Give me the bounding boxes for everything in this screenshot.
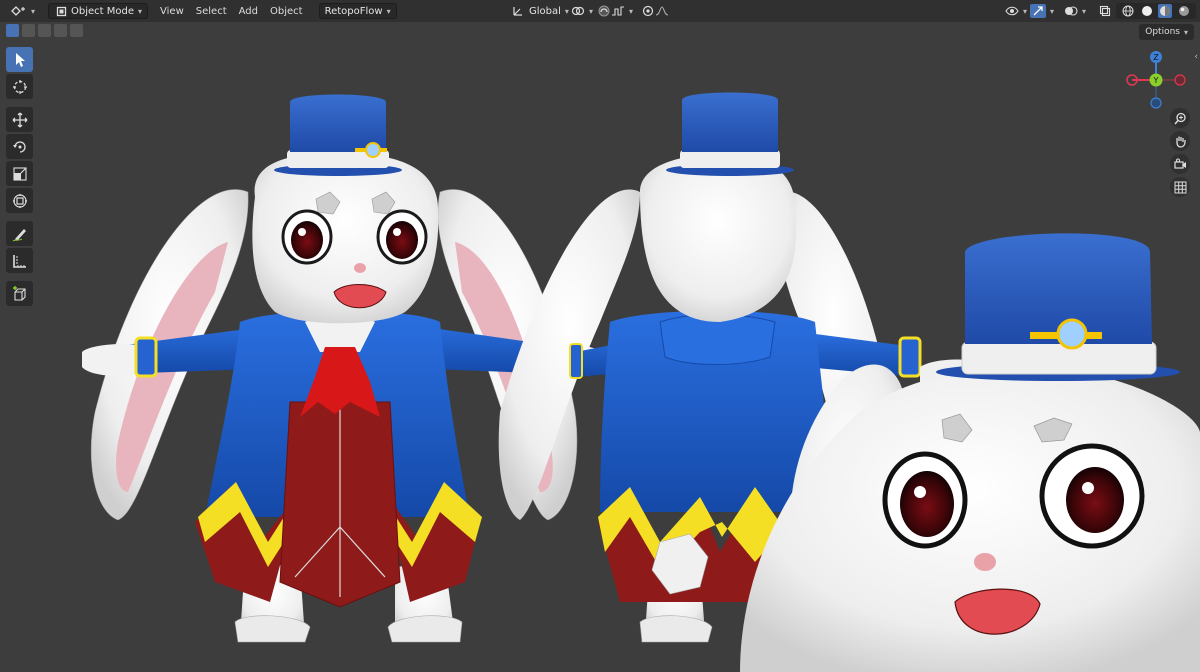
shading-mode-group bbox=[1116, 3, 1196, 19]
falloff-icon bbox=[655, 4, 669, 18]
solid-shading-icon[interactable] bbox=[1140, 4, 1154, 18]
options-dropdown[interactable]: Options ▾ bbox=[1139, 24, 1194, 40]
pan-button[interactable] bbox=[1170, 131, 1190, 151]
tool-rotate[interactable] bbox=[6, 134, 33, 159]
neg-x-axis-handle[interactable] bbox=[1174, 74, 1186, 86]
pivot-point-icon bbox=[571, 4, 585, 18]
tool-select-box[interactable] bbox=[6, 47, 33, 72]
tool-annotate[interactable] bbox=[6, 221, 33, 246]
mode-label: Object Mode bbox=[71, 5, 135, 17]
chevron-down-icon: ▾ bbox=[1183, 27, 1188, 37]
editor-type-icon[interactable]: ▾ bbox=[6, 3, 40, 19]
zoom-button[interactable] bbox=[1170, 108, 1190, 128]
tool-scale[interactable] bbox=[6, 161, 33, 186]
chevron-down-icon: ▾ bbox=[1023, 6, 1028, 16]
snap-target-icon bbox=[611, 4, 625, 18]
xray-icon bbox=[1098, 4, 1112, 18]
add-cube-icon bbox=[12, 285, 26, 301]
measure-ruler-icon bbox=[12, 254, 26, 268]
chevron-down-icon: ▾ bbox=[1082, 6, 1087, 16]
select-intersect-icon[interactable] bbox=[70, 24, 83, 37]
tool-add-cube[interactable] bbox=[6, 281, 33, 306]
move-icon bbox=[12, 112, 27, 127]
tool-cursor[interactable] bbox=[6, 74, 33, 99]
tool-measure[interactable] bbox=[6, 248, 33, 273]
sidebar-toggle-icon[interactable]: ‹ bbox=[1194, 52, 1198, 62]
annotate-pencil-icon bbox=[12, 228, 26, 241]
select-subtract-icon[interactable] bbox=[38, 24, 51, 37]
menu-add[interactable]: Add bbox=[233, 3, 264, 19]
transform-orientation-icon bbox=[511, 4, 525, 18]
camera-icon bbox=[1173, 158, 1186, 169]
mode-dropdown[interactable]: Object Mode ▾ bbox=[48, 3, 149, 19]
gizmo-icon bbox=[1030, 4, 1046, 18]
eye-icon bbox=[1005, 4, 1019, 18]
navigation-controls bbox=[1170, 108, 1190, 200]
chevron-down-icon: ▾ bbox=[138, 6, 143, 16]
select-extend-icon[interactable] bbox=[22, 24, 35, 37]
xray-toggle[interactable] bbox=[1096, 3, 1114, 19]
ortho-toggle-button[interactable] bbox=[1170, 177, 1190, 197]
retopoflow-label: RetopoFlow bbox=[324, 5, 383, 17]
cursor-arrow-icon bbox=[15, 52, 25, 67]
transform-icon bbox=[12, 193, 27, 208]
chevron-down-icon: ▾ bbox=[386, 6, 391, 16]
orientation-label: Global bbox=[529, 5, 561, 17]
transform-orientation-dropdown[interactable]: Global ▾ bbox=[506, 3, 574, 19]
viewport-header: ▾ Object Mode ▾ View Select Add Object R… bbox=[0, 0, 1200, 22]
scale-icon bbox=[12, 166, 27, 181]
retopoflow-menu[interactable]: RetopoFlow ▾ bbox=[318, 3, 397, 19]
3d-cursor-icon bbox=[12, 79, 27, 94]
rotate-icon bbox=[12, 140, 26, 153]
camera-view-button[interactable] bbox=[1170, 154, 1190, 174]
proportional-edit-toggle[interactable] bbox=[636, 3, 674, 19]
tool-move[interactable] bbox=[6, 107, 33, 132]
snap-magnet-icon bbox=[597, 4, 611, 18]
gizmo-toggle[interactable]: ▾ bbox=[1028, 3, 1056, 19]
rendered-shading-icon[interactable] bbox=[1177, 4, 1191, 18]
overlay-toggle[interactable]: ▾ bbox=[1062, 3, 1088, 19]
menu-select[interactable]: Select bbox=[190, 3, 233, 19]
material-preview-icon[interactable] bbox=[1158, 4, 1173, 18]
neg-z-axis-handle[interactable] bbox=[1150, 97, 1162, 109]
options-label: Options bbox=[1145, 27, 1180, 37]
menu-view[interactable]: View bbox=[154, 3, 190, 19]
grid-icon bbox=[1174, 181, 1186, 193]
hand-icon bbox=[1175, 136, 1186, 148]
tool-transform[interactable] bbox=[6, 188, 33, 213]
menu-object[interactable]: Object bbox=[264, 3, 309, 19]
overlay-icon bbox=[1064, 4, 1078, 18]
select-difference-icon[interactable] bbox=[54, 24, 67, 37]
chevron-down-icon: ▾ bbox=[1050, 6, 1055, 16]
z-axis-label: Z bbox=[1153, 53, 1159, 62]
viewport-scene bbox=[82, 92, 1200, 672]
chevron-down-icon: ▾ bbox=[629, 6, 634, 16]
snap-toggle[interactable]: ▾ bbox=[592, 3, 638, 19]
wireframe-shading-icon[interactable] bbox=[1121, 4, 1135, 18]
tool-shelf bbox=[6, 47, 34, 308]
navigation-gizmo[interactable]: Z Y bbox=[1124, 48, 1188, 112]
zoom-icon bbox=[1173, 112, 1186, 124]
y-axis-label: Y bbox=[1153, 76, 1159, 85]
object-mode-icon bbox=[54, 4, 68, 18]
proportional-edit-icon bbox=[641, 4, 655, 18]
3d-viewport[interactable]: Options ▾ Z Y ‹ bbox=[0, 22, 1200, 672]
select-new-icon[interactable] bbox=[6, 24, 19, 37]
